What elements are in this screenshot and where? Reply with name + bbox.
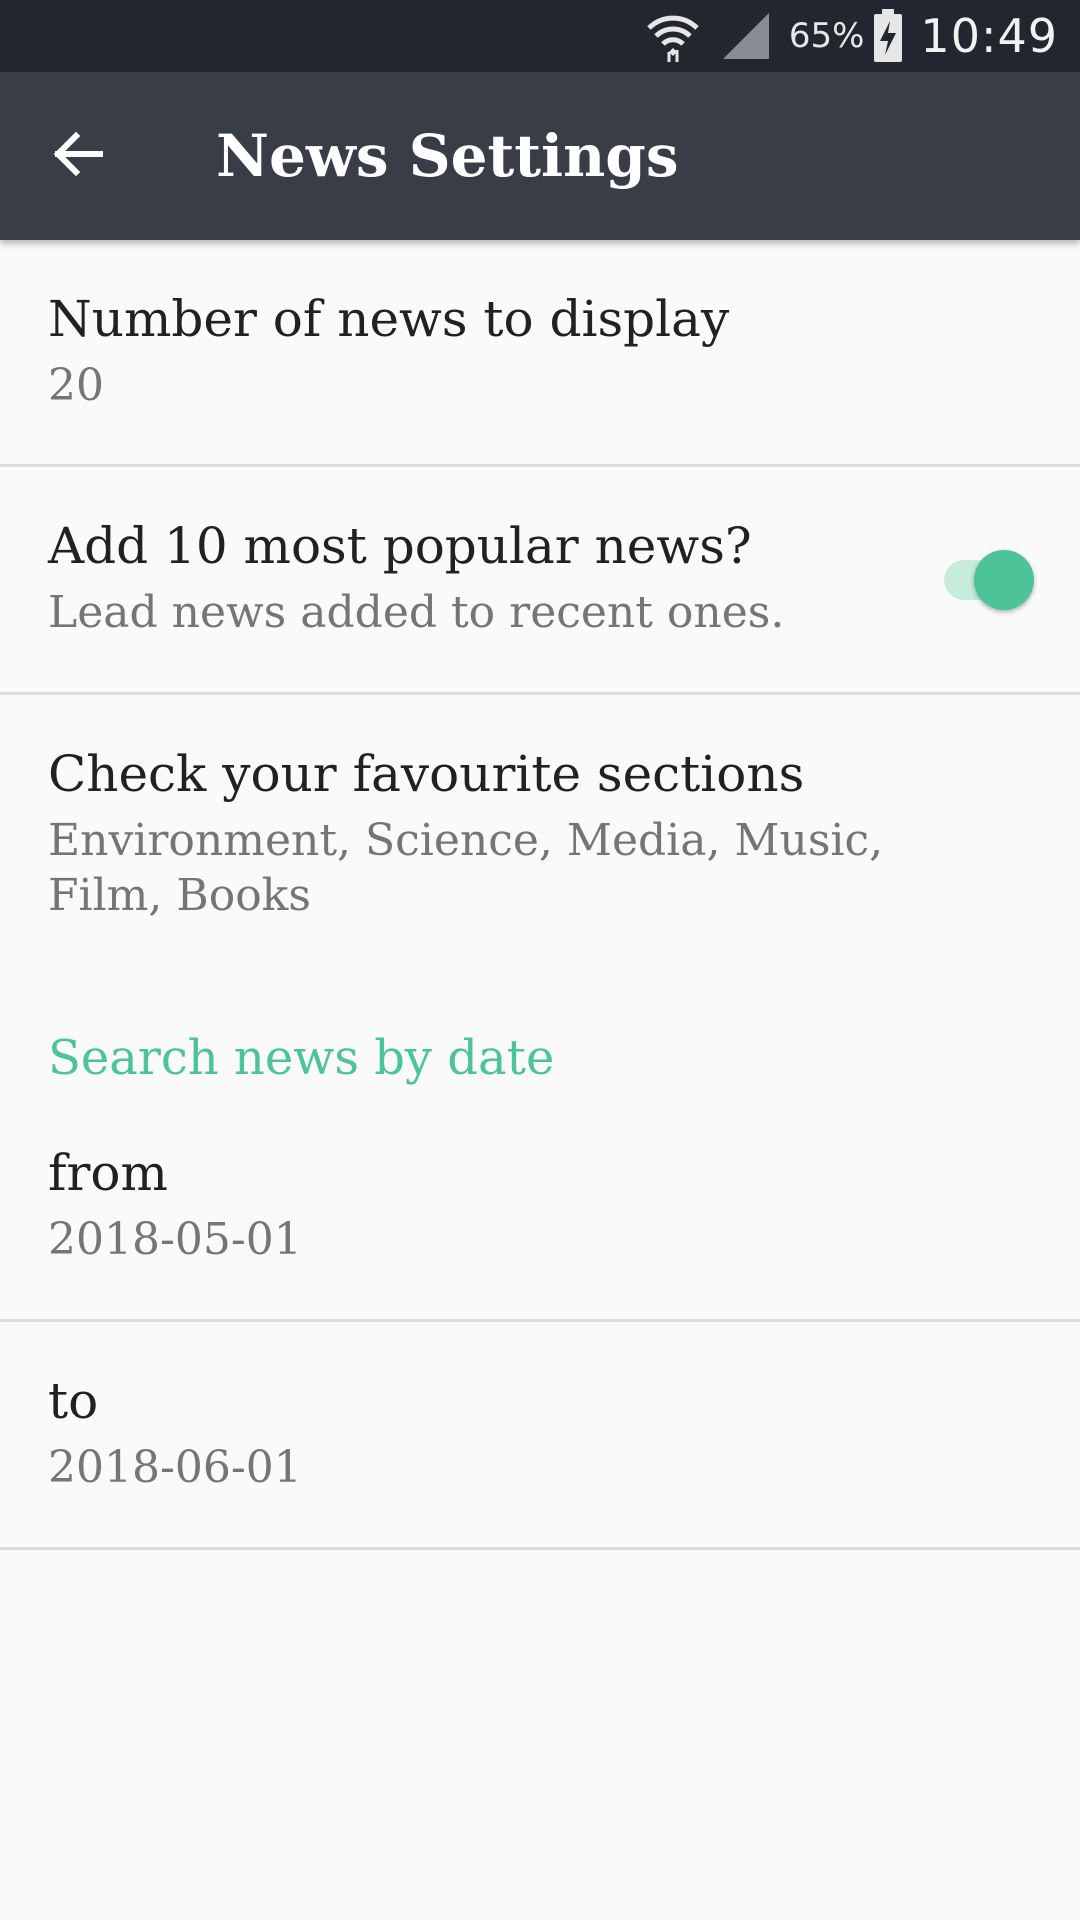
pref-title: from — [48, 1144, 168, 1202]
status-time: 10:49 — [920, 9, 1058, 63]
category-search-by-date: Search news by date — [48, 1030, 555, 1086]
arrow-left-icon — [52, 128, 104, 184]
cell-signal-icon — [721, 11, 771, 61]
divider — [0, 1547, 1080, 1550]
page-title: News Settings — [216, 122, 679, 190]
back-button[interactable] — [34, 112, 122, 200]
status-icons: 65% 10:49 — [645, 0, 1058, 72]
pref-title: Number of news to display — [48, 290, 730, 348]
pref-summary: Lead news added to recent ones. — [48, 587, 785, 638]
pref-popular-news[interactable]: Add 10 most popular news? Lead news adde… — [0, 467, 1080, 693]
pref-date-to[interactable]: to 2018-06-01 — [0, 1322, 1080, 1548]
pref-favourite-sections[interactable]: Check your favourite sections Environmen… — [0, 695, 1080, 995]
pref-title: Add 10 most popular news? — [48, 517, 752, 575]
pref-summary: 2018-06-01 — [48, 1442, 302, 1493]
battery-percent: 65% — [788, 16, 865, 56]
status-bar: 65% 10:49 — [0, 0, 1080, 72]
wifi-icon — [645, 8, 701, 64]
pref-title: to — [48, 1372, 99, 1430]
toggle-thumb — [974, 550, 1034, 610]
toolbar: News Settings — [0, 72, 1080, 240]
pref-number-of-news[interactable]: Number of news to display 20 — [0, 240, 1080, 465]
pref-summary: 20 — [48, 360, 104, 411]
popular-news-toggle[interactable] — [940, 550, 1034, 610]
pref-summary: 2018-05-01 — [48, 1214, 302, 1265]
pref-title: Check your favourite sections — [48, 745, 805, 803]
pref-summary: Environment, Science, Media, Music, Film… — [48, 815, 884, 921]
pref-date-from[interactable]: from 2018-05-01 — [0, 1120, 1080, 1320]
battery-charging-icon — [872, 9, 904, 63]
